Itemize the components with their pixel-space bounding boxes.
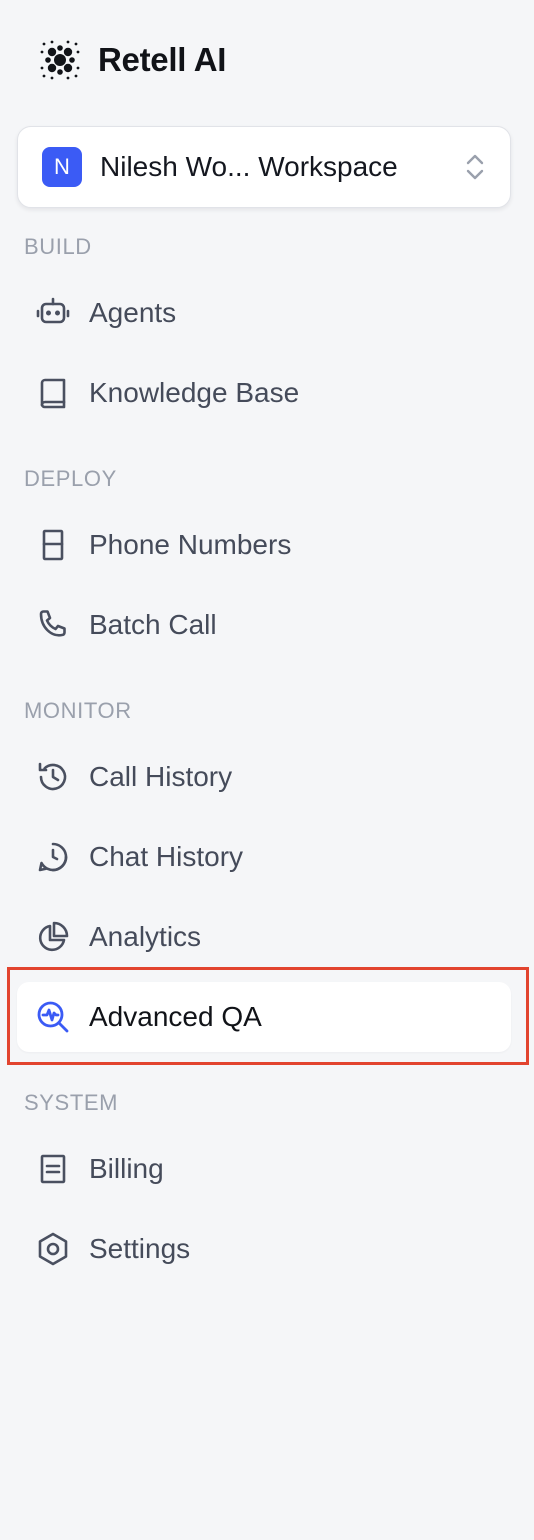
nav-label-advanced-qa: Advanced QA	[89, 1001, 262, 1032]
phone-number-icon	[35, 527, 71, 563]
nav-item-advanced-qa[interactable]: Advanced QA	[17, 982, 511, 1052]
section-label-build: BUILD	[24, 234, 92, 259]
workspace-avatar: N	[42, 147, 82, 187]
nav-item-billing[interactable]: Billing	[17, 1134, 511, 1204]
history-icon	[35, 759, 71, 795]
nav-item-knowledge-base[interactable]: Knowledge Base	[17, 358, 511, 428]
phone-icon	[35, 607, 71, 643]
section-label-monitor: MONITOR	[24, 698, 132, 723]
nav-label-analytics: Analytics	[89, 921, 202, 952]
nav-item-chat-history[interactable]: Chat History	[17, 822, 511, 892]
nav-label-billing: Billing	[89, 1153, 164, 1184]
chat-clock-icon	[35, 839, 71, 875]
nav-item-analytics[interactable]: Analytics	[17, 902, 511, 972]
pie-chart-icon	[35, 919, 71, 955]
retell-logo-icon	[40, 40, 80, 80]
nav-label-settings: Settings	[89, 1233, 191, 1264]
nav-item-agents[interactable]: Agents	[17, 278, 511, 348]
nav-item-phone-numbers[interactable]: Phone Numbers	[17, 510, 511, 580]
workspace-name: Nilesh Wo... Workspace	[100, 151, 398, 182]
brand[interactable]: Retell AI	[38, 38, 226, 82]
nav-item-settings[interactable]: Settings	[17, 1214, 511, 1284]
nav-label-knowledge-base: Knowledge Base	[89, 377, 300, 408]
nav-item-batch-call[interactable]: Batch Call	[17, 590, 511, 660]
receipt-icon	[35, 1151, 71, 1187]
nav-label-chat-history: Chat History	[89, 841, 244, 872]
robot-icon	[35, 295, 71, 331]
section-label-system: SYSTEM	[24, 1090, 119, 1115]
nav-item-call-history[interactable]: Call History	[17, 742, 511, 812]
nav-label-agents: Agents	[89, 297, 177, 328]
brand-name: Retell AI	[98, 41, 227, 78]
nav-label-phone-numbers: Phone Numbers	[89, 529, 292, 560]
chevron-up-down-icon	[466, 154, 484, 180]
search-pulse-icon	[35, 999, 71, 1035]
nav-label-batch-call: Batch Call	[89, 609, 217, 640]
book-icon	[35, 375, 71, 411]
settings-hex-icon	[35, 1231, 71, 1267]
section-label-deploy: DEPLOY	[24, 466, 117, 491]
nav-label-call-history: Call History	[89, 761, 233, 792]
workspace-selector[interactable]: N Nilesh Wo... Workspace	[17, 126, 511, 208]
